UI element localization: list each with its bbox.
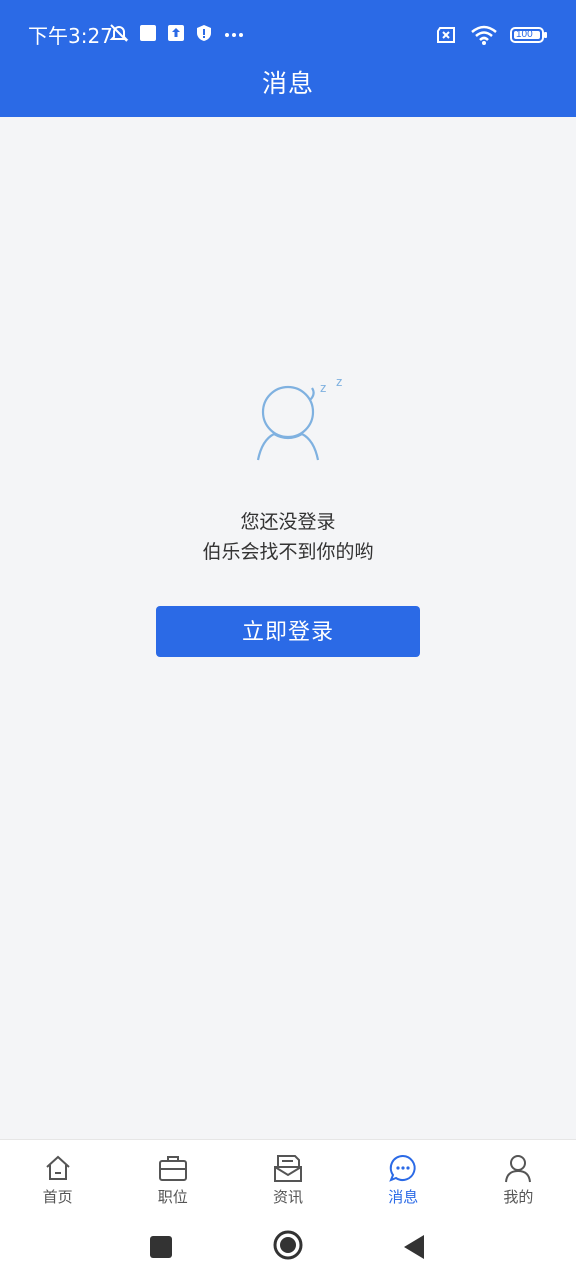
tab-home[interactable]: 首页: [0, 1140, 115, 1215]
square-icon: [138, 23, 158, 43]
home-icon: [42, 1152, 74, 1184]
system-nav-bar: [0, 1215, 576, 1280]
battery-icon: 100: [510, 25, 548, 45]
tab-news[interactable]: 资讯: [230, 1140, 345, 1215]
tab-jobs[interactable]: 职位: [115, 1140, 230, 1215]
inbox-icon: [272, 1152, 304, 1184]
empty-message-line1: 您还没登录: [240, 511, 336, 533]
tab-messages[interactable]: 消息: [346, 1140, 461, 1215]
svg-text:z: z: [336, 374, 343, 389]
login-button[interactable]: 立即登录: [156, 606, 420, 657]
tab-home-label: 首页: [42, 1188, 73, 1206]
briefcase-icon: [157, 1152, 189, 1184]
status-time: 下午3:27: [28, 24, 113, 48]
recents-square-icon[interactable]: [147, 1233, 175, 1261]
status-icons-left: [108, 22, 246, 44]
chat-bubble-icon: [387, 1152, 419, 1184]
status-bar: 下午3:27 100: [0, 0, 576, 62]
tab-messages-label: 消息: [388, 1188, 419, 1206]
shield-icon: [194, 23, 214, 43]
bottom-tab-bar: 首页 职位 资讯 消息 我的: [0, 1139, 576, 1215]
mute-bell-icon: [108, 22, 130, 44]
tab-me[interactable]: 我的: [461, 1140, 576, 1215]
tab-news-label: 资讯: [273, 1188, 304, 1206]
status-icons-right: 100: [434, 24, 548, 46]
page-title: 消息: [261, 69, 314, 98]
tab-me-label: 我的: [503, 1188, 534, 1206]
upload-icon: [166, 23, 186, 43]
svg-text:z: z: [320, 380, 327, 395]
wifi-icon: [470, 24, 498, 46]
back-triangle-icon[interactable]: [400, 1233, 428, 1261]
more-dots-icon: [222, 23, 246, 43]
person-icon: [502, 1152, 534, 1184]
sim-x-icon: [434, 25, 458, 45]
home-circle-icon[interactable]: [272, 1229, 304, 1261]
battery-level-text: 100: [516, 29, 533, 40]
sleeping-person-icon: z z: [252, 372, 352, 464]
tab-jobs-label: 职位: [157, 1188, 188, 1206]
header-bar: 消息: [0, 62, 576, 117]
empty-message-line2: 伯乐会找不到你的哟: [202, 541, 374, 563]
